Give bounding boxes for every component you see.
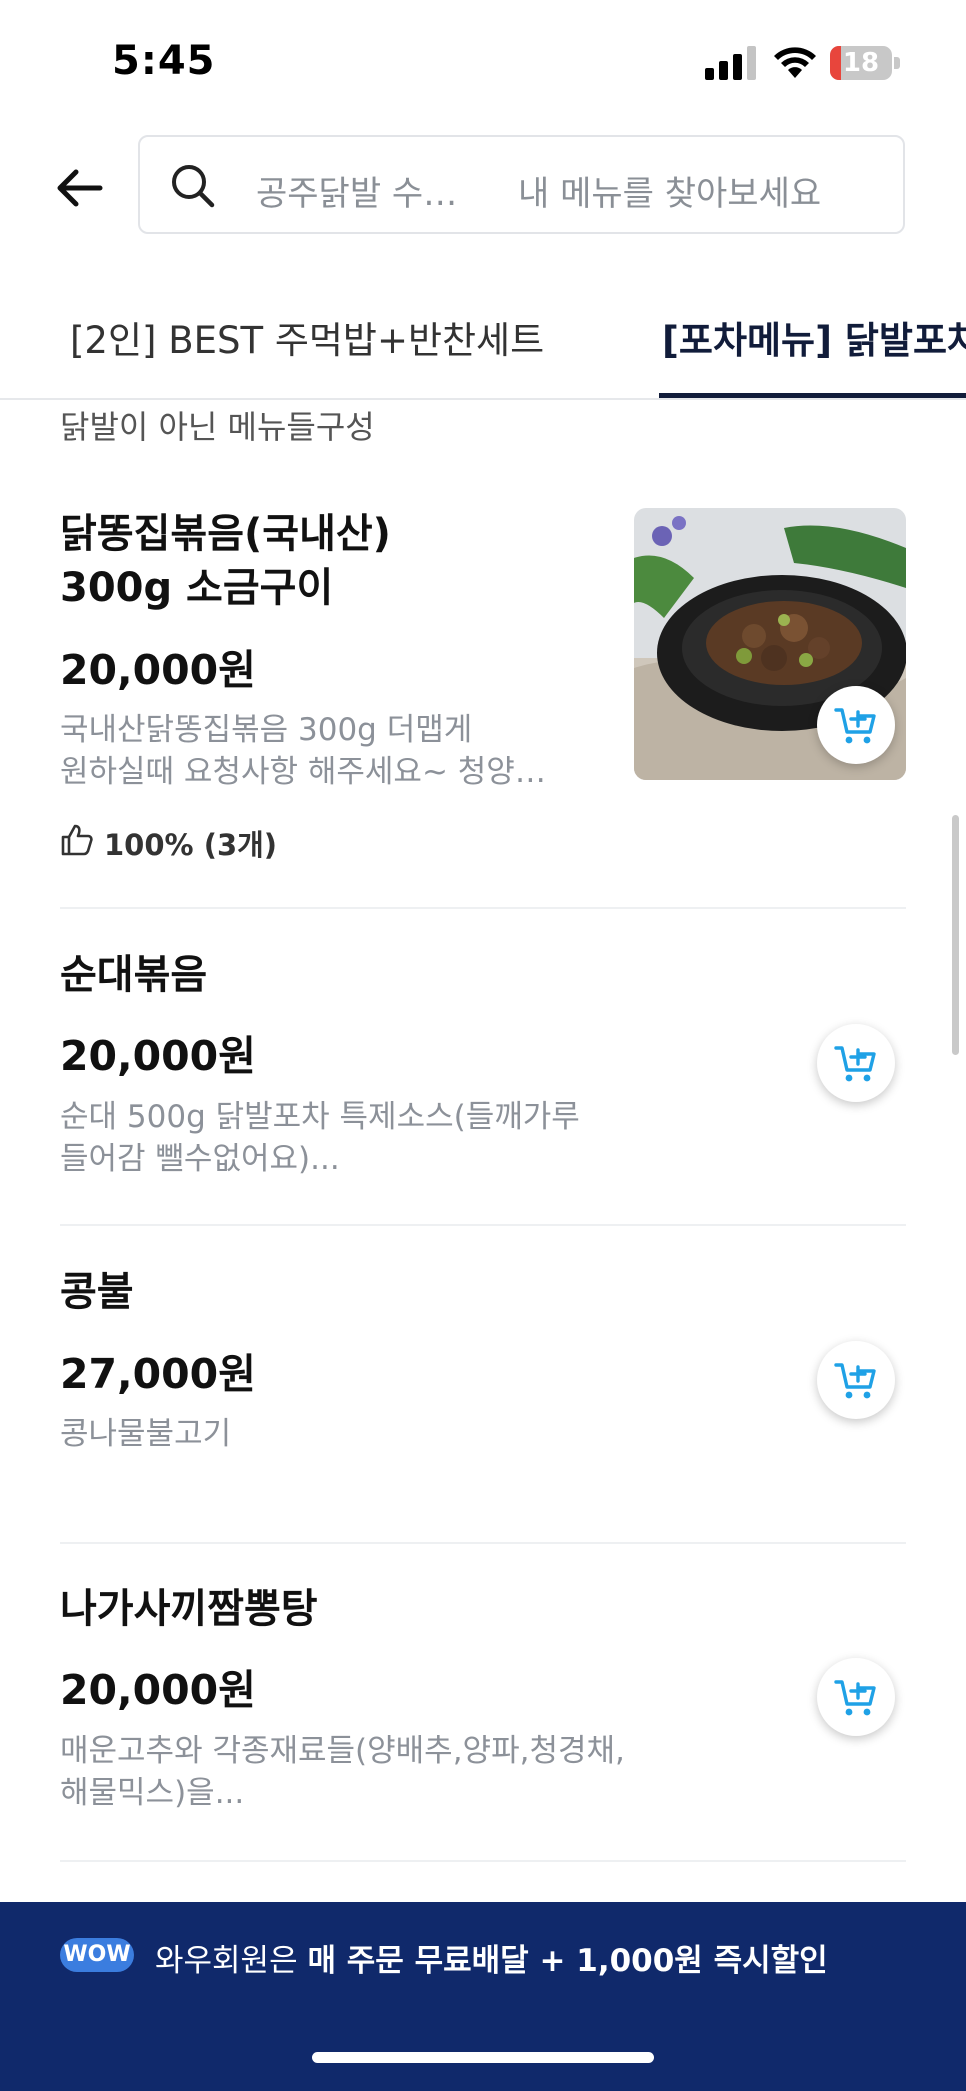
item-description-line1: 국내산닭똥집볶음 300g 더맵게: [60, 712, 473, 748]
add-to-cart-button[interactable]: [817, 1024, 895, 1102]
tab-best-set[interactable]: [2인] BEST 주먹밥+반찬세트: [70, 310, 544, 364]
add-to-cart-button[interactable]: [817, 1658, 895, 1736]
item-description-line1: 콩나물불고기: [60, 1416, 232, 1452]
divider: [60, 1224, 906, 1226]
divider: [60, 1542, 906, 1544]
item-description: 순대 500g 닭발포차 특제소스(들깨가루 들어감 뺄수없어요)...: [60, 1096, 660, 1180]
cart-plus-icon: [834, 708, 876, 744]
item-rating: 100% (3개): [104, 828, 278, 862]
active-tab-indicator: [659, 393, 966, 398]
item-name: 나가사끼짬뽕탕: [60, 1586, 318, 1632]
category-tabs: [2인] BEST 주먹밥+반찬세트 [포차메뉴] 닭발포차: [0, 270, 966, 400]
item-price: 20,000원: [60, 646, 256, 694]
search-box[interactable]: 공주닭발 수… 내 메뉴를 찾아보세요: [138, 135, 905, 234]
search-placeholder: 내 메뉴를 찾아보세요: [518, 174, 822, 214]
add-to-cart-button[interactable]: [817, 686, 895, 764]
battery-level: 18: [842, 48, 880, 78]
cart-plus-icon: [834, 1046, 876, 1082]
item-name: 순대볶음: [60, 952, 208, 998]
cart-plus-icon: [834, 1680, 876, 1716]
item-name-line2: 300g 소금구이: [60, 565, 334, 611]
wow-banner-text: 와우회원은 매 주문 무료배달 + 1,000원 즉시할인: [155, 1935, 828, 1980]
back-arrow-icon[interactable]: [52, 160, 108, 216]
divider: [60, 1860, 906, 1862]
search-input[interactable]: 공주닭발 수… 내 메뉴를 찾아보세요: [256, 151, 886, 219]
tab-pocha-menu[interactable]: [포차메뉴] 닭발포차: [662, 310, 966, 364]
item-description: 콩나물불고기: [60, 1413, 620, 1455]
battery-icon: 18: [830, 46, 902, 80]
item-price: 20,000원: [60, 1032, 256, 1080]
search-icon: [172, 165, 215, 208]
cellular-signal-icon: [705, 46, 756, 80]
scrollbar[interactable]: [952, 815, 959, 1055]
item-description-line2: 해물믹스)을...: [60, 1775, 245, 1811]
item-description-line1: 순대 500g 닭발포차 특제소스(들깨가루: [60, 1099, 580, 1135]
add-to-cart-button[interactable]: [817, 1341, 895, 1419]
home-indicator: [312, 2052, 654, 2063]
item-price: 27,000원: [60, 1350, 256, 1398]
divider: [60, 907, 906, 909]
item-name: 콩불: [60, 1269, 134, 1315]
item-description-line1: 매운고추와 각종재료들(양배추,양파,청경채,: [60, 1733, 625, 1769]
item-description: 매운고추와 각종재료들(양배추,양파,청경채, 해물믹스)을...: [60, 1730, 700, 1814]
item-description-line2: 들어감 뺄수없어요)...: [60, 1141, 340, 1177]
wow-membership-banner[interactable]: WOW 와우회원은 매 주문 무료배달 + 1,000원 즉시할인: [0, 1902, 966, 2091]
status-time: 5:45: [112, 38, 216, 84]
wow-text-bold: 매 주문 무료배달 + 1,000원 즉시할인: [307, 1943, 828, 1979]
item-price: 20,000원: [60, 1666, 256, 1714]
wifi-icon: [774, 47, 816, 78]
wow-text-regular: 와우회원은: [155, 1943, 308, 1979]
item-description-line2: 원하실때 요청사항 해주세요~ 청양…: [60, 754, 546, 790]
search-store-tag: 공주닭발 수…: [256, 174, 458, 214]
thumbs-up-icon: [61, 824, 93, 856]
wow-badge: WOW: [60, 1938, 134, 1972]
item-description: 국내산닭똥집볶음 300g 더맵게 원하실때 요청사항 해주세요~ 청양…: [60, 709, 620, 793]
cart-plus-icon: [834, 1363, 876, 1399]
item-name: 닭똥집볶음(국내산): [60, 511, 391, 557]
section-description: 닭발이 아닌 메뉴들구성: [60, 408, 375, 446]
